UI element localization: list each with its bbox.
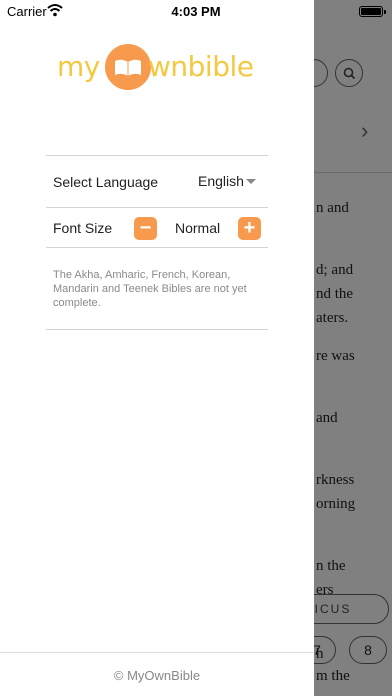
- minus-icon: −: [139, 217, 152, 239]
- copyright-footer: © MyOwnBible: [113, 668, 201, 683]
- select-language-label: Select Language: [53, 174, 159, 190]
- reader-text-line: m the: [316, 668, 350, 684]
- font-size-value: Normal: [175, 220, 221, 236]
- incomplete-bibles-note: The Akha, Amharic, French, Korean, Manda…: [53, 269, 247, 309]
- app-logo: my wnbible: [57, 44, 257, 92]
- logo-text: my: [57, 50, 100, 83]
- decrease-font-button[interactable]: −: [134, 217, 157, 240]
- logo-text: wnbible: [148, 50, 254, 83]
- increase-font-button[interactable]: +: [238, 217, 261, 240]
- chevron-right-icon[interactable]: ›: [361, 118, 368, 144]
- reader-text-line: re was: [316, 348, 355, 364]
- reader-text-line: n and: [316, 200, 349, 216]
- status-time: 4:03 PM: [171, 4, 221, 19]
- side-drawer: my wnbible Select Language English Font …: [0, 0, 314, 696]
- search-icon: [343, 67, 356, 80]
- reader-text-line: nd the: [316, 286, 354, 302]
- caret-down-icon[interactable]: [246, 179, 256, 184]
- reader-text-line: d; and: [316, 262, 354, 278]
- divider: [46, 329, 268, 330]
- logo-book-icon: [105, 44, 151, 90]
- divider: [46, 247, 268, 248]
- reader-text-line: rkness: [316, 472, 355, 488]
- reader-text-line: and: [316, 410, 338, 426]
- font-size-label: Font Size: [53, 220, 113, 236]
- language-dropdown[interactable]: English: [198, 173, 244, 189]
- reader-divider: [314, 172, 392, 173]
- divider: [46, 207, 268, 208]
- plus-icon: +: [243, 217, 256, 239]
- reader-text-line: orning: [316, 496, 356, 512]
- reader-text-line: h: [316, 646, 324, 662]
- chapter-button[interactable]: 8: [349, 636, 387, 664]
- divider: [46, 155, 268, 156]
- footer-divider: [0, 652, 314, 653]
- search-button[interactable]: [335, 59, 363, 87]
- reader-text-line: n the: [316, 558, 346, 574]
- status-bar: Carrier 4:03 PM: [0, 0, 392, 22]
- battery-icon: [359, 6, 386, 17]
- reader-text-line: aters.: [316, 310, 349, 326]
